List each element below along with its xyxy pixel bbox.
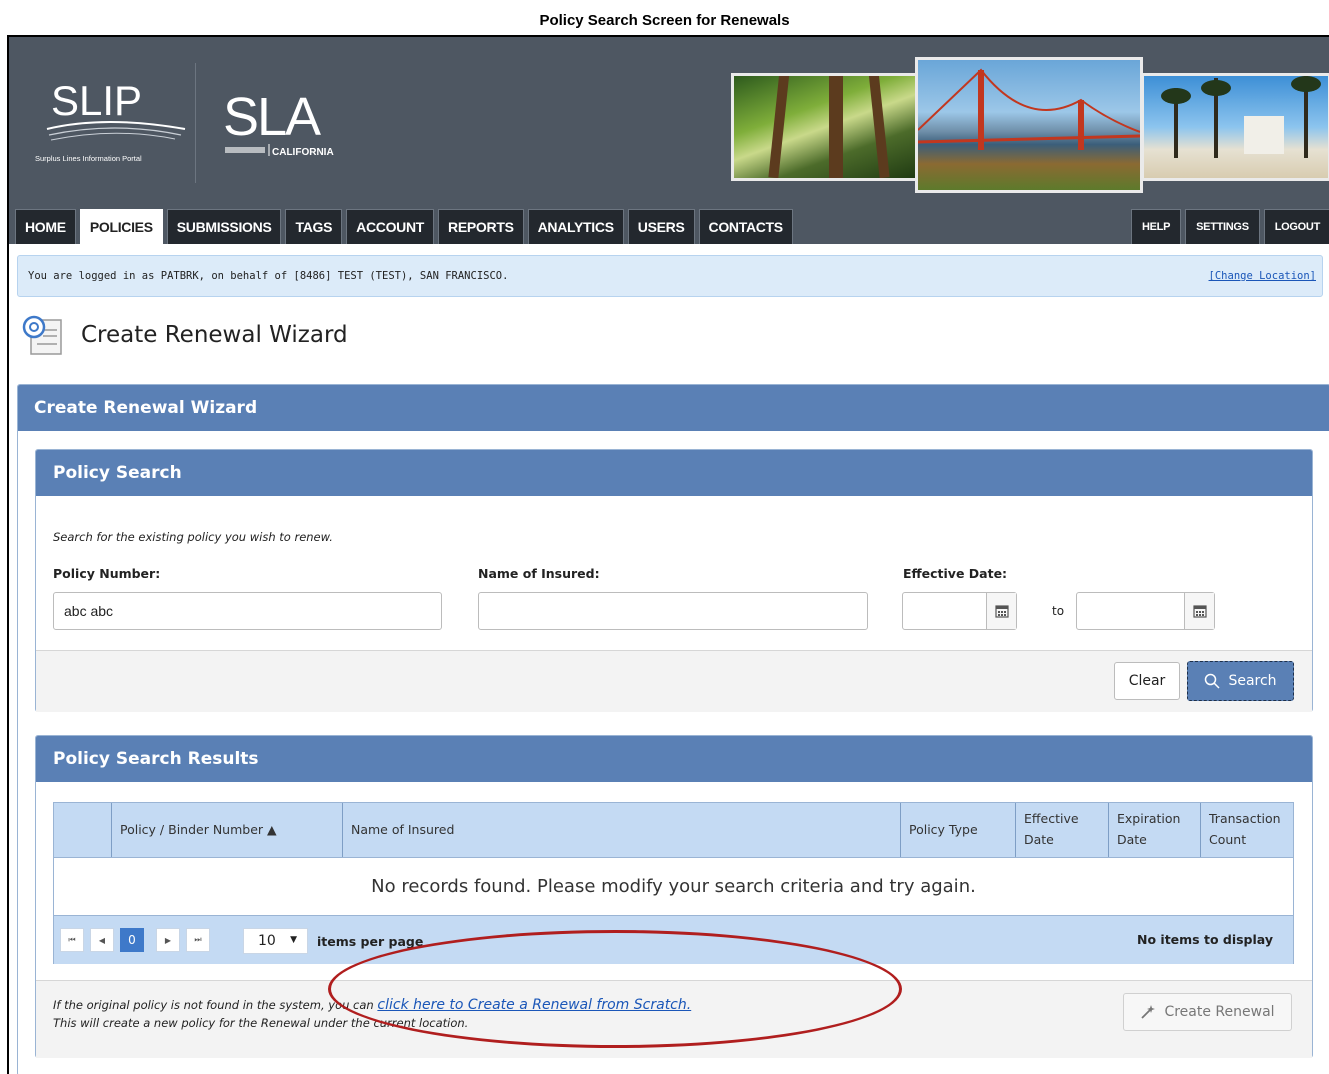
grid-col-transaction-count[interactable]: Transaction Count [1201,803,1293,857]
grid-col-effective-date[interactable]: Effective Date [1016,803,1109,857]
pager-status: No items to display [1137,932,1273,947]
create-from-scratch-text: If the original policy is not found in t… [53,995,691,1032]
tab-logout[interactable]: LOGOUT [1263,209,1329,244]
page-size-select[interactable]: 10 ▼ [243,928,308,954]
grid-col-name-of-insured[interactable]: Name of Insured [343,803,901,857]
wizard-header: Create Renewal Wizard [18,385,1329,431]
scratch-text-line2: This will create a new policy for the Re… [53,1016,469,1031]
tab-analytics[interactable]: ANALYTICS [527,209,624,244]
sla-tagline: CALIFORNIA [272,147,334,158]
tab-users[interactable]: USERS [627,209,695,244]
slip-logo[interactable]: SLIP Surplus Lines Information Portal [35,77,195,167]
utility-nav: HELP SETTINGS LOGOUT [1130,209,1329,244]
results-grid: Policy / Binder Number ▲ Name of Insured… [53,802,1294,964]
grid-pager: ⏮ ◀ 0 ▶ ⏭ 10 ▼ items per page No items t… [54,915,1293,964]
effective-date-from-input[interactable] [902,592,1017,630]
page-title: Create Renewal Wizard [81,322,348,348]
tab-reports[interactable]: REPORTS [438,209,524,244]
name-of-insured-label: Name of Insured: [478,566,600,581]
main-nav: HOME POLICIES SUBMISSIONS TAGS ACCOUNT R… [9,209,793,244]
tab-submissions[interactable]: SUBMISSIONS [166,209,282,244]
renewal-wizard-panel: Create Renewal Wizard Policy Search Sear… [17,384,1329,1074]
grid-col-select [54,803,112,857]
login-info-bar: You are logged in as PATBRK, on behalf o… [17,255,1323,297]
page-size-value: 10 [258,933,276,949]
forest-photo [731,73,921,181]
effective-date-label: Effective Date: [903,566,1008,581]
tab-tags[interactable]: TAGS [285,209,343,244]
scratch-text-line1: If the original policy is not found in t… [53,998,374,1012]
change-location-link[interactable]: [Change Location] [1209,270,1316,282]
search-icon [1205,673,1220,689]
calendar-icon[interactable] [986,593,1016,629]
items-per-page-label: items per page [317,934,424,949]
current-page[interactable]: 0 [120,928,144,952]
logo-divider [195,63,196,183]
grid-col-policy-number[interactable]: Policy / Binder Number ▲ [112,803,343,857]
policy-search-results-panel: Policy Search Results Policy / Binder Nu… [35,735,1313,1058]
magic-wand-icon [1141,1005,1156,1019]
palm-beach-photo [1141,73,1329,181]
tab-contacts[interactable]: CONTACTS [698,209,793,244]
tab-settings[interactable]: SETTINGS [1185,209,1260,244]
search-actions-bar: Clear Search [36,650,1312,712]
sla-logo[interactable]: SLA CALIFORNIA [219,77,369,167]
document-title: Policy Search Screen for Renewals [539,12,790,29]
slip-tagline: Surplus Lines Information Portal [35,154,142,163]
chevron-down-icon: ▼ [290,935,297,945]
search-hint: Search for the existing policy you wish … [53,530,333,544]
first-page-icon[interactable]: ⏮ [60,928,84,952]
date-range-to-label: to [1052,604,1065,618]
renewal-wizard-icon [22,315,62,355]
last-page-icon[interactable]: ⏭ [186,928,210,952]
tab-help[interactable]: HELP [1130,209,1182,244]
site-header: SLIP Surplus Lines Information Portal SL… [9,37,1329,244]
clear-button[interactable]: Clear [1114,662,1180,700]
slip-logo-text: SLIP [51,77,142,124]
next-page-icon[interactable]: ▶ [156,928,180,952]
tab-account[interactable]: ACCOUNT [346,209,435,244]
tab-policies[interactable]: POLICIES [79,209,163,244]
create-renewal-button[interactable]: Create Renewal [1123,993,1292,1031]
grid-col-expiration-date[interactable]: Expiration Date [1109,803,1201,857]
name-of-insured-input[interactable] [478,592,868,630]
results-header: Policy Search Results [36,736,1312,782]
create-renewal-label: Create Renewal [1164,1004,1275,1020]
policy-search-header: Policy Search [36,450,1312,496]
sla-logo-text: SLA [223,87,321,147]
grid-col-policy-type[interactable]: Policy Type [901,803,1016,857]
create-from-scratch-link[interactable]: click here to Create a Renewal from Scra… [377,997,691,1013]
results-footer: If the original policy is not found in t… [36,980,1312,1058]
policy-number-label: Policy Number: [53,566,161,581]
calendar-icon[interactable] [1184,593,1214,629]
policy-number-input[interactable]: abc abc [53,592,442,630]
login-status-text: You are logged in as PATBRK, on behalf o… [28,270,509,282]
prev-page-icon[interactable]: ◀ [90,928,114,952]
effective-date-to-input[interactable] [1076,592,1215,630]
grid-header-row: Policy / Binder Number ▲ Name of Insured… [54,803,1293,857]
search-button[interactable]: Search [1187,661,1294,701]
policy-search-panel: Policy Search Search for the existing po… [35,449,1313,712]
no-records-message: No records found. Please modify your sea… [54,857,1293,915]
search-button-label: Search [1228,673,1277,689]
tab-home[interactable]: HOME [15,209,76,244]
golden-gate-photo [915,57,1143,193]
browser-frame: SLIP Surplus Lines Information Portal SL… [7,35,1329,1074]
